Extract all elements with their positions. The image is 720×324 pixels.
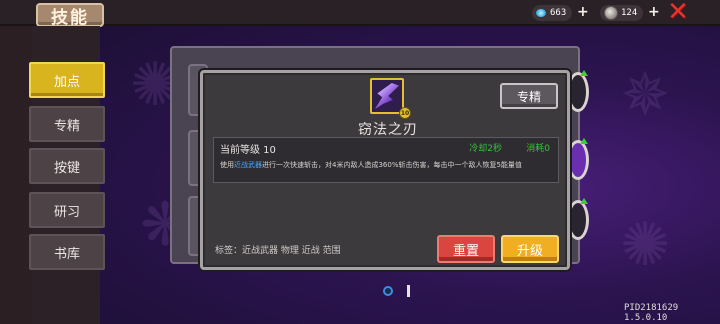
page-indicator-bar xyxy=(407,285,410,297)
pattern-glyph: ✵ xyxy=(620,60,671,130)
close-icon[interactable]: ✕ xyxy=(666,0,690,25)
reset-button[interactable]: 重置 xyxy=(437,235,495,263)
skill-tags: 标签：近战武器 物理 近战 范围 xyxy=(215,246,341,256)
gem-counter: 663 xyxy=(532,5,573,21)
gem-count: 663 xyxy=(550,8,567,18)
skill-detail-modal: 10 窃法之刃 专精 当前等级 10 冷却2秒 消耗0 使用近战武器进行一次快速… xyxy=(200,70,570,270)
skill-info-box: 当前等级 10 冷却2秒 消耗0 使用近战武器进行一次快速斩击，对4米内敌人造成… xyxy=(213,137,559,183)
specialize-button[interactable]: 专精 xyxy=(500,83,558,109)
page-title: 技能 xyxy=(36,3,104,28)
coin-counter: 124 xyxy=(600,5,644,21)
skill-node-ring[interactable] xyxy=(567,140,589,180)
sidebar-item-specialize[interactable]: 专精 xyxy=(29,106,105,142)
gem-icon xyxy=(536,9,546,17)
desc-rest: 进行一次快速斩击，对4米内敌人造成360%斩击伤害，每击中一个敌人恢复5能量值 xyxy=(262,161,522,169)
skill-icon xyxy=(370,78,404,114)
desc-prefix: 使用 xyxy=(220,161,234,169)
coin-count: 124 xyxy=(621,8,638,18)
page-indicator-dot xyxy=(383,286,393,296)
skill-level-badge: 10 xyxy=(399,107,411,119)
upgrade-arrow-icon xyxy=(580,70,588,76)
skill-node-ring[interactable] xyxy=(567,72,589,112)
sidebar-item-study[interactable]: 研习 xyxy=(29,192,105,228)
coin-icon xyxy=(604,6,618,20)
add-coins-plus-icon[interactable]: + xyxy=(648,4,660,20)
current-level-text: 当前等级 10 xyxy=(220,145,276,156)
cooldown-text: 冷却2秒 xyxy=(469,144,502,154)
version-label: PID2181629 1.5.0.10 xyxy=(624,303,679,323)
pattern-glyph: ✺ xyxy=(620,210,671,280)
skill-description: 使用近战武器进行一次快速斩击，对4米内敌人造成360%斩击伤害，每击中一个敌人恢… xyxy=(220,160,552,170)
desc-keyword: 近战武器 xyxy=(234,161,262,169)
upgrade-arrow-icon xyxy=(580,138,588,144)
sidebar-item-keybind[interactable]: 按键 xyxy=(29,148,105,184)
blade-slash-icon xyxy=(375,83,399,109)
sidebar-item-add-points[interactable]: 加点 xyxy=(29,62,105,98)
upgrade-button[interactable]: 升级 xyxy=(501,235,559,263)
energy-cost-text: 消耗0 xyxy=(526,144,550,154)
add-gems-plus-icon[interactable]: + xyxy=(577,4,589,20)
sidebar-item-library[interactable]: 书库 xyxy=(29,234,105,270)
upgrade-arrow-icon xyxy=(580,198,588,204)
skill-node-ring[interactable] xyxy=(567,200,589,240)
skill-name: 窃法之刃 xyxy=(358,122,418,138)
